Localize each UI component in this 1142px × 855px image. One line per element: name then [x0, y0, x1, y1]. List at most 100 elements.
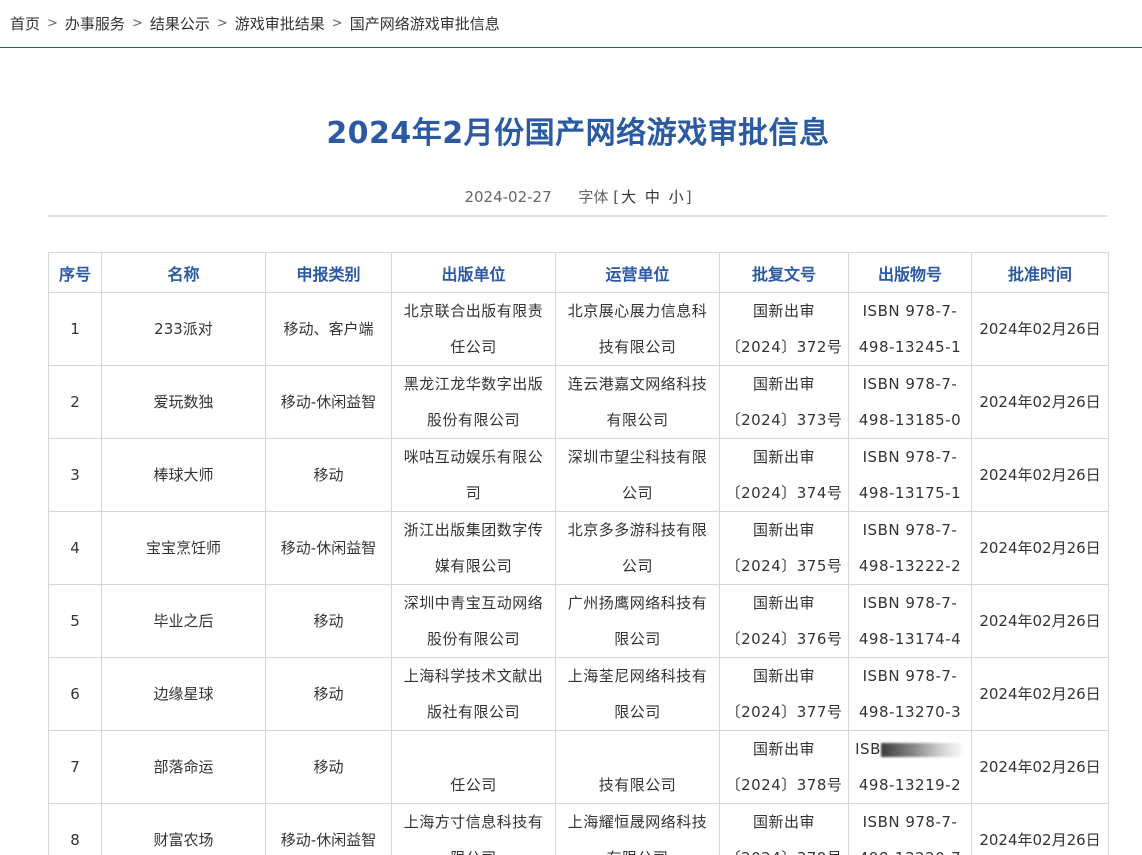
cell-publisher: 上海方寸信息科技有限公司 — [391, 803, 556, 855]
cell-approval-line2: 〔2024〕373号 — [725, 411, 843, 429]
cell-isbn: ISBN 978-7- 498-13222-2 — [848, 511, 972, 585]
table-header-row: 序号 名称 申报类别 出版单位 运营单位 批复文号 出版物号 批准时间 — [48, 252, 1109, 293]
cell-operator-line2: 有限公司 — [558, 840, 717, 855]
cell-name: 边缘星球 — [101, 657, 266, 731]
cell-approval-line1: 国新出审 — [752, 667, 815, 685]
breadcrumb-link-game-approval[interactable]: 游戏审批结果 — [235, 13, 325, 34]
cell-approval-number: 国新出审〔2024〕373号 — [719, 365, 849, 439]
cell-publisher-line1: 上海科学技术文献出 — [403, 667, 544, 685]
cell-operator-line1: 上海耀恒晟网络科技 — [567, 813, 708, 831]
cell-publisher-line2: 任公司 — [450, 338, 497, 356]
cell-isbn: ISBN 978-7- 498-13185-0 — [848, 365, 972, 439]
cell-operator: 上海耀恒晟网络科技有限公司 — [555, 803, 720, 855]
cell-approval-line1: 国新出审 — [752, 448, 815, 466]
cell-category: 移动-休闲益智 — [265, 511, 392, 585]
cell-operator: 上海荃尼网络科技有 限公司 — [555, 657, 720, 731]
cell-approval-line1: 国新出审 — [752, 521, 815, 539]
cell-no: 8 — [48, 803, 102, 855]
cell-isbn-line2: 498-13175-1 — [858, 484, 962, 502]
cell-isbn: ISBN 978-7- 498-13174-4 — [848, 584, 972, 658]
cell-publisher: 浙江出版集团数字传 媒有限公司 — [391, 511, 556, 585]
cell-no: 1 — [48, 292, 102, 366]
header-approval-number: 批复文号 — [719, 252, 849, 293]
breadcrumb-link-results[interactable]: 结果公示 — [150, 13, 210, 34]
cell-isbn: ISBN 978-7- 498-13270-3 — [848, 657, 972, 731]
cell-name: 部落命运 — [101, 730, 266, 804]
table-row: 5 毕业之后 移动 深圳中青宝互动网络 股份有限公司 广州扬鹰网络科技有 限公司 国… — [48, 584, 1109, 658]
cell-no: 6 — [48, 657, 102, 731]
cell-publisher-line2: 股份有限公司 — [426, 411, 520, 429]
cell-approval-line2: 〔2024〕379号 — [722, 840, 846, 855]
cell-operator: 技有限公司 — [555, 730, 720, 804]
cell-operator: 连云港嘉文网络科技 有限公司 — [555, 365, 720, 439]
cell-category: 移动、客户端 — [265, 292, 392, 366]
font-size-medium-button[interactable]: 中 — [645, 188, 660, 206]
breadcrumb-link-domestic-games[interactable]: 国产网络游戏审批信息 — [350, 13, 500, 34]
cell-publisher-line2: 司 — [465, 484, 482, 502]
cell-approval-line2: 〔2024〕372号 — [725, 338, 843, 356]
cell-isbn: ISBN 978-7- 498-13175-1 — [848, 438, 972, 512]
cell-isbn-line1: ISBN 978-7- — [862, 302, 958, 320]
cell-no: 3 — [48, 438, 102, 512]
approval-table: 序号 名称 申报类别 出版单位 运营单位 批复文号 出版物号 批准时间 1 23… — [48, 252, 1109, 855]
cell-publisher: 任公司 — [391, 730, 556, 804]
cell-publisher-line2: 股份有限公司 — [426, 630, 520, 648]
cell-category: 移动-休闲益智 — [265, 803, 392, 855]
cell-category: 移动 — [265, 438, 392, 512]
table-row: 1 233派对 移动、客户端 北京联合出版有限责 任公司 北京展心展力信息科 技有限… — [48, 292, 1109, 366]
cell-publisher: 咪咕互动娱乐有限公司 — [391, 438, 556, 512]
cell-isbn-line1-text: ISB — [855, 740, 881, 758]
cell-approval-line1: 国新出审 — [752, 375, 815, 393]
breadcrumb-separator: > — [216, 16, 228, 31]
cell-isbn: ISBN 978-7- 498-13220-7 — [848, 803, 972, 855]
cell-isbn-line1: ISBN 978-7- — [862, 521, 958, 539]
publish-date: 2024-02-27 — [464, 188, 552, 206]
header-no: 序号 — [48, 252, 102, 293]
cell-isbn-line2: 498-13219-2 — [858, 776, 962, 794]
cell-approval-date: 2024年02月26日 — [971, 365, 1109, 439]
cell-approval-number: 国新出审 〔2024〕378号 — [719, 730, 849, 804]
cell-operator-line2: 限公司 — [614, 630, 661, 648]
cell-operator-line1: 上海荃尼网络科技有 — [567, 667, 708, 685]
cell-name: 毕业之后 — [101, 584, 266, 658]
cell-isbn-line1: ISBN 978-7- — [862, 813, 958, 831]
table-row: 4 宝宝烹饪师 移动-休闲益智 浙江出版集团数字传 媒有限公司 北京多多游科技有限… — [48, 511, 1109, 585]
cell-operator: 深圳市望尘科技有限 公司 — [555, 438, 720, 512]
cell-approval-date: 2024年02月26日 — [971, 584, 1109, 658]
cell-publisher-line1: 北京联合出版有限责 — [403, 302, 544, 320]
cell-operator-line2: 技有限公司 — [598, 338, 677, 356]
font-size-small-button[interactable]: 小 — [669, 188, 684, 206]
page-title: 2024年2月份国产网络游戏审批信息 — [326, 116, 830, 151]
cell-no: 4 — [48, 511, 102, 585]
cell-no: 2 — [48, 365, 102, 439]
cell-operator-line2: 限公司 — [614, 703, 661, 721]
cell-operator-line2: 公司 — [621, 557, 653, 575]
cell-isbn-line2: 498-13185-0 — [858, 411, 962, 429]
cell-name: 爱玩数独 — [101, 365, 266, 439]
cell-no: 7 — [48, 730, 102, 804]
breadcrumb-link-services[interactable]: 办事服务 — [65, 13, 125, 34]
breadcrumb-link-home[interactable]: 首页 — [10, 13, 40, 34]
cell-approval-number: 国新出审〔2024〕379号 — [719, 803, 849, 855]
cell-publisher-line2: 媒有限公司 — [434, 557, 513, 575]
cell-operator-line2: 有限公司 — [606, 411, 669, 429]
cell-approval-line2: 〔2024〕377号 — [725, 703, 843, 721]
cell-approval-date: 2024年02月26日 — [971, 730, 1109, 804]
cell-name: 宝宝烹饪师 — [101, 511, 266, 585]
cell-name: 233派对 — [101, 292, 266, 366]
cell-isbn-line1: ISBN 978-7- — [862, 594, 958, 612]
cell-approval-number: 国新出审〔2024〕377号 — [719, 657, 849, 731]
font-size-large-button[interactable]: 大 — [621, 188, 636, 206]
cell-operator-line1: 广州扬鹰网络科技有 — [567, 594, 708, 612]
cell-name: 棒球大师 — [101, 438, 266, 512]
cell-category: 移动 — [265, 584, 392, 658]
header-category: 申报类别 — [265, 252, 392, 293]
cell-publisher-line1: 黑龙江龙华数字出版 — [403, 375, 544, 393]
breadcrumb: 首页 > 办事服务 > 结果公示 > 游戏审批结果 > 国产网络游戏审批信息 — [0, 0, 1142, 48]
breadcrumb-separator: > — [331, 16, 343, 31]
cell-publisher-line1: 咪咕互动娱乐有限公 — [403, 448, 544, 466]
cell-operator: 北京多多游科技有限 公司 — [555, 511, 720, 585]
header-approval-date: 批准时间 — [971, 252, 1109, 293]
cell-approval-number: 国新出审 〔2024〕375号 — [719, 511, 849, 585]
cell-publisher: 黑龙江龙华数字出版 股份有限公司 — [391, 365, 556, 439]
